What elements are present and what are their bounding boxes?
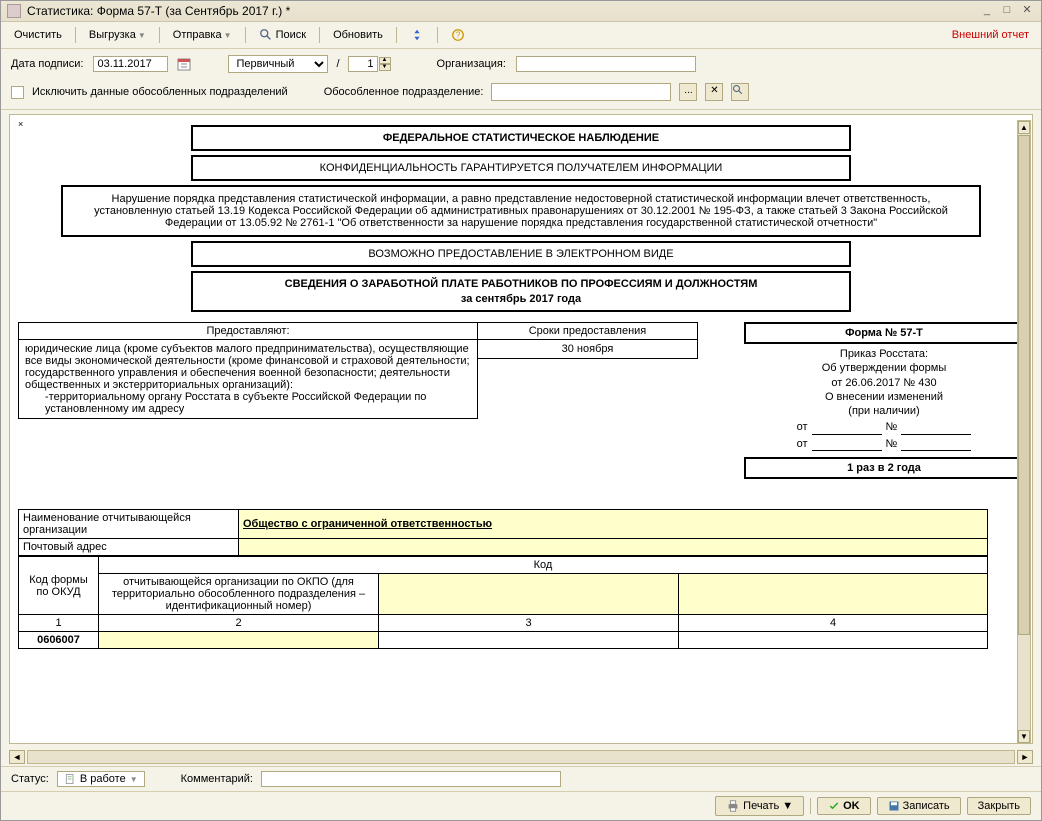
refresh-button[interactable]: Обновить	[326, 26, 390, 44]
close-button[interactable]: ✕	[1019, 4, 1035, 18]
sign-date-input[interactable]	[93, 56, 168, 72]
scroll-right[interactable]: ►	[1017, 750, 1033, 764]
code-table: Код формы по ОКУДКод отчитывающейся орга…	[18, 556, 988, 649]
status-label: Статус:	[11, 773, 49, 785]
svg-text:?: ?	[456, 31, 461, 40]
correction-number[interactable]: ▲▼	[348, 56, 391, 72]
subdiv-select-button[interactable]: ...	[679, 83, 697, 101]
spin-down[interactable]: ▼	[379, 64, 391, 71]
print-button[interactable]: Печать▼	[715, 796, 804, 816]
external-report-label: Внешний отчет	[946, 27, 1035, 43]
app-icon	[7, 4, 21, 18]
printer-icon	[726, 799, 740, 813]
doc-header-1: ФЕДЕРАЛЬНОЕ СТАТИСТИЧЕСКОЕ НАБЛЮДЕНИЕ	[191, 125, 851, 151]
provide-column: Предоставляют: юридические лица (кроме с…	[18, 322, 478, 419]
subdiv-label: Обособленное подразделение:	[324, 86, 484, 98]
org-input[interactable]	[516, 56, 696, 72]
help-button[interactable]: ?	[444, 25, 472, 45]
form-info-column: Форма № 57-Т Приказ Росстата: Об утвержд…	[744, 322, 1024, 479]
close-window-button[interactable]: Закрыть	[967, 797, 1031, 815]
comment-input[interactable]	[261, 771, 561, 787]
save-button[interactable]: Записать	[877, 797, 961, 815]
titlebar: Статистика: Форма 57-Т (за Сентябрь 2017…	[1, 1, 1041, 22]
subdiv-clear-button[interactable]: ✕	[705, 83, 723, 101]
save-icon	[888, 800, 900, 812]
scroll-down[interactable]: ▼	[1018, 730, 1030, 743]
subdiv-input[interactable]	[491, 83, 671, 101]
filter-bar: Дата подписи: Первичный / ▲▼ Организация…	[1, 49, 1041, 79]
scroll-left[interactable]: ◄	[9, 750, 25, 764]
vertical-scrollbar[interactable]: ▲ ▼	[1017, 120, 1031, 744]
search-button[interactable]: Поиск	[252, 25, 314, 45]
exclude-checkbox[interactable]	[11, 86, 24, 99]
report-type-select[interactable]: Первичный	[228, 55, 328, 73]
doc-header-4: ВОЗМОЖНО ПРЕДОСТАВЛЕНИЕ В ЭЛЕКТРОННОМ ВИ…	[191, 241, 851, 267]
corner-mark: ×	[18, 119, 23, 129]
export-button[interactable]: Выгрузка▼	[82, 26, 153, 44]
doc-header-5: СВЕДЕНИЯ О ЗАРАБОТНОЙ ПЛАТЕ РАБОТНИКОВ П…	[191, 271, 851, 312]
magnifier-icon	[259, 28, 273, 42]
doc-warning: Нарушение порядка представления статисти…	[61, 185, 981, 237]
scroll-thumb[interactable]	[1018, 135, 1030, 635]
minimize-button[interactable]: _	[979, 4, 995, 18]
spin-up[interactable]: ▲	[379, 57, 391, 64]
org-table: Наименование отчитывающейся организацииО…	[18, 509, 988, 556]
status-dropdown[interactable]: В работе▼	[57, 771, 145, 787]
toolbar: Очистить Выгрузка▼ Отправка▼ Поиск Обнов…	[1, 22, 1041, 49]
subdivision-row: Исключить данные обособленных подразделе…	[1, 79, 1041, 110]
sign-date-label: Дата подписи:	[11, 58, 83, 70]
expand-button[interactable]	[403, 25, 431, 45]
send-button[interactable]: Отправка▼	[166, 26, 239, 44]
okpo-code[interactable]	[379, 574, 679, 615]
org-label: Организация:	[437, 58, 506, 70]
subdiv-search-button[interactable]	[731, 83, 749, 101]
document-icon	[64, 773, 76, 785]
calendar-icon[interactable]	[176, 56, 192, 72]
document-area[interactable]: × ФЕДЕРАЛЬНОЕ СТАТИСТИЧЕСКОЕ НАБЛЮДЕНИЕ …	[9, 114, 1033, 744]
footer-bar: Печать▼ OK Записать Закрыть	[1, 791, 1041, 820]
deadline-column: Сроки предоставления 30 ноября	[478, 322, 698, 359]
help-icon: ?	[451, 28, 465, 42]
check-icon	[828, 800, 840, 812]
extra-code[interactable]	[679, 574, 988, 615]
address-value[interactable]	[239, 539, 988, 556]
window-title: Статистика: Форма 57-Т (за Сентябрь 2017…	[27, 4, 975, 18]
org-name-value[interactable]: Общество с ограниченной ответственностью	[243, 518, 492, 530]
scroll-up[interactable]: ▲	[1018, 121, 1030, 134]
clear-button[interactable]: Очистить	[7, 26, 69, 44]
horizontal-scrollbar[interactable]: ◄ ►	[1, 748, 1041, 766]
exclude-label: Исключить данные обособленных подразделе…	[32, 86, 288, 98]
expand-icon	[410, 28, 424, 42]
comment-label: Комментарий:	[181, 773, 253, 785]
ok-button[interactable]: OK	[817, 797, 871, 815]
doc-header-2: КОНФИДЕНЦИАЛЬНОСТЬ ГАРАНТИРУЕТСЯ ПОЛУЧАТ…	[191, 155, 851, 181]
status-bar: Статус: В работе▼ Комментарий:	[1, 766, 1041, 791]
magnifier-icon	[732, 84, 744, 96]
maximize-button[interactable]: □	[999, 4, 1015, 18]
